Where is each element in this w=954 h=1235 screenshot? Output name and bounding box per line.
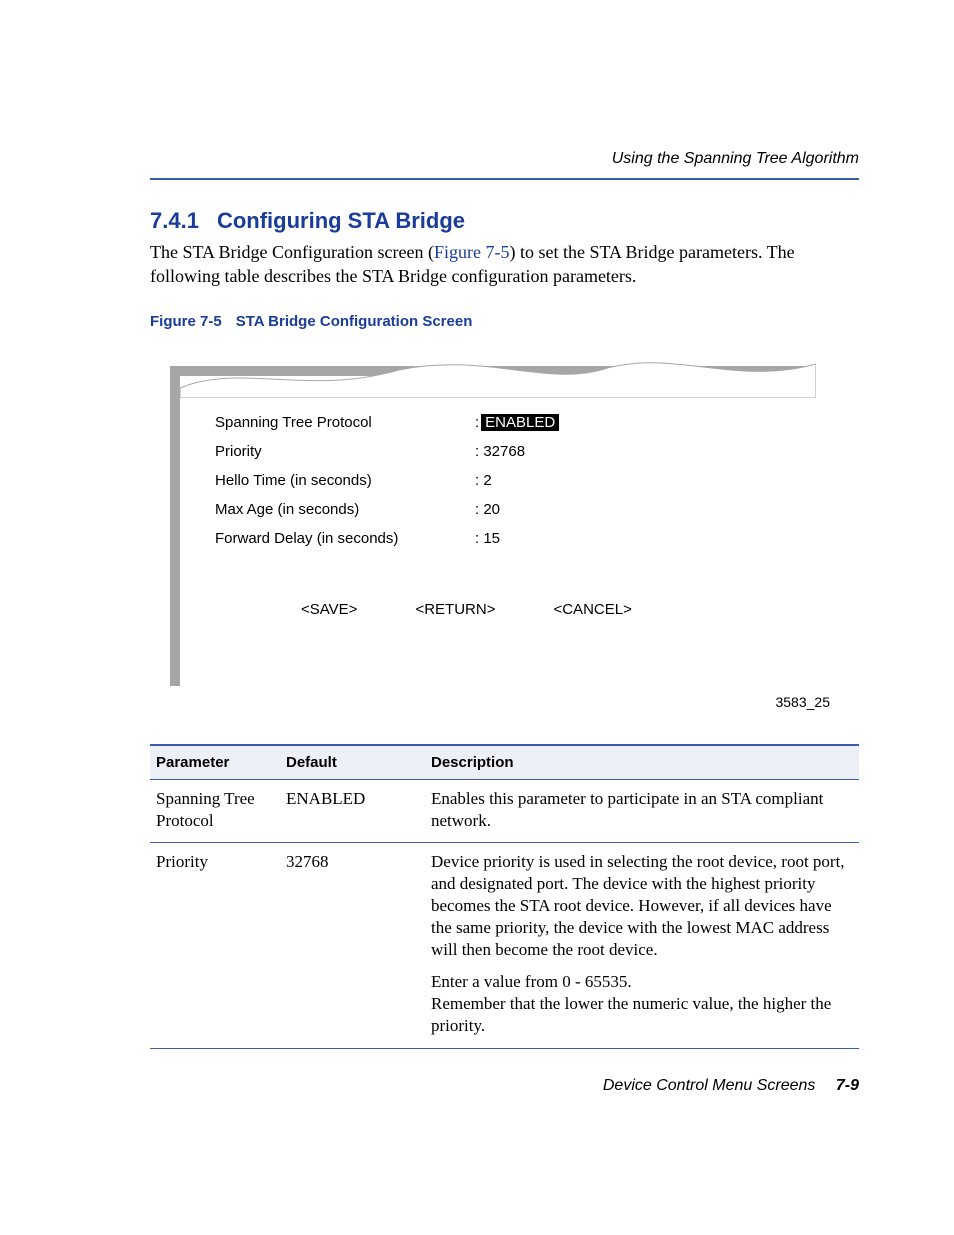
parameter-table: Parameter Default Description Spanning T… (150, 744, 859, 1049)
table-row: Spanning Tree Protocol ENABLED Enables t… (150, 779, 859, 842)
intro-pre: The STA Bridge Configuration screen ( (150, 242, 434, 262)
figure-caption: Figure 7-5 STA Bridge Configuration Scree… (150, 313, 859, 330)
config-label: Max Age (in seconds) (215, 501, 475, 518)
config-value-text: 15 (483, 530, 500, 547)
figure-code: 3583_25 (170, 694, 830, 710)
page-footer: Device Control Menu Screens 7-9 (603, 1077, 859, 1095)
config-label: Hello Time (in seconds) (215, 472, 475, 489)
config-row: Forward Delay (in seconds) : 15 (215, 530, 796, 547)
cell-description: Enables this parameter to participate in… (425, 779, 859, 842)
figure-box: Spanning Tree Protocol :ENABLED Priority… (170, 366, 810, 686)
figure-reference-link[interactable]: Figure 7-5 (434, 242, 510, 262)
config-label: Forward Delay (in seconds) (215, 530, 475, 547)
figure-title: STA Bridge Configuration Screen (236, 313, 473, 330)
page: Using the Spanning Tree Algorithm 7.4.1 C… (0, 0, 954, 1235)
cancel-button[interactable]: <CANCEL> (553, 601, 631, 618)
config-value: : 32768 (475, 443, 525, 460)
table-row: Priority 32768 Device priority is used i… (150, 842, 859, 963)
config-row: Max Age (in seconds) : 20 (215, 501, 796, 518)
section-heading: 7.4.1 Configuring STA Bridge (150, 208, 859, 234)
cell-default (280, 963, 425, 1048)
config-row: Spanning Tree Protocol :ENABLED (215, 414, 796, 431)
table-row: Enter a value from 0 - 65535. Remember t… (150, 963, 859, 1048)
intro-paragraph: The STA Bridge Configuration screen (Fig… (150, 240, 859, 289)
config-value: : 20 (475, 501, 500, 518)
config-label: Spanning Tree Protocol (215, 414, 475, 431)
figure-number: Figure 7-5 (150, 313, 222, 330)
cell-description: Enter a value from 0 - 65535. Remember t… (425, 963, 859, 1048)
save-button[interactable]: <SAVE> (301, 601, 357, 618)
config-value-text: 32768 (483, 443, 525, 460)
colon: : (475, 414, 479, 431)
footer-text: Device Control Menu Screens (603, 1077, 816, 1094)
running-title: Using the Spanning Tree Algorithm (612, 150, 859, 167)
enabled-badge: ENABLED (481, 414, 559, 431)
figure-panel: Spanning Tree Protocol :ENABLED Priority… (180, 376, 816, 690)
return-button[interactable]: <RETURN> (415, 601, 495, 618)
config-label: Priority (215, 443, 475, 460)
figure-content: Spanning Tree Protocol :ENABLED Priority… (215, 414, 796, 670)
cell-description: Device priority is used in selecting the… (425, 842, 859, 963)
col-header-description: Description (425, 745, 859, 780)
config-row: Priority : 32768 (215, 443, 796, 460)
torn-edge-icon (180, 358, 816, 398)
col-header-default: Default (280, 745, 425, 780)
config-value: : 2 (475, 472, 492, 489)
section-title: Configuring STA Bridge (217, 208, 465, 233)
section-number: 7.4.1 (150, 208, 199, 233)
config-value: : 15 (475, 530, 500, 547)
cell-default: ENABLED (280, 779, 425, 842)
cell-default: 32768 (280, 842, 425, 963)
table-header-row: Parameter Default Description (150, 745, 859, 780)
config-value-text: 2 (483, 472, 491, 489)
config-value-text: 20 (483, 501, 500, 518)
footer-page-number: 7-9 (836, 1077, 859, 1094)
cell-parameter: Priority (150, 842, 280, 963)
cell-parameter (150, 963, 280, 1048)
figure-button-row: <SAVE> <RETURN> <CANCEL> (215, 601, 796, 618)
col-header-parameter: Parameter (150, 745, 280, 780)
config-row: Hello Time (in seconds) : 2 (215, 472, 796, 489)
page-header: Using the Spanning Tree Algorithm (150, 150, 859, 180)
cell-parameter: Spanning Tree Protocol (150, 779, 280, 842)
config-value-highlight: :ENABLED (475, 414, 559, 431)
